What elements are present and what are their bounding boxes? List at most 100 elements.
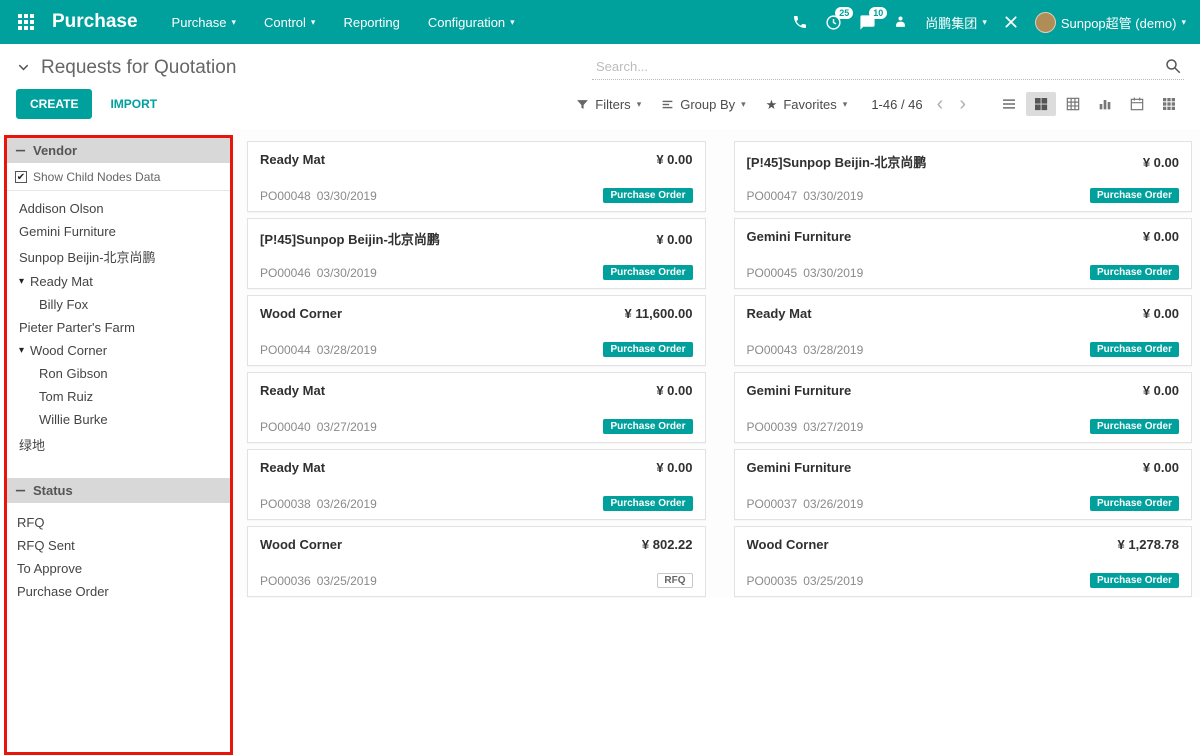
card-vendor-name: Gemini Furniture bbox=[747, 460, 862, 475]
group-by-icon bbox=[661, 98, 674, 111]
search-input[interactable] bbox=[594, 58, 1164, 75]
menu-reporting[interactable]: Reporting bbox=[343, 15, 399, 30]
create-button[interactable]: CREATE bbox=[16, 89, 92, 119]
vendor-filter-item[interactable]: Billy Fox bbox=[7, 293, 230, 316]
topbar: Purchase Purchase ▾ Control ▾ Reporting … bbox=[0, 0, 1200, 44]
menu-configuration[interactable]: Configuration ▾ bbox=[428, 15, 515, 30]
caret-down-icon[interactable]: ▾ bbox=[19, 346, 24, 356]
vendor-filter-item[interactable]: Sunpop Beijin-北京尚鹏 bbox=[7, 243, 230, 270]
kanban-card[interactable]: Ready Mat¥ 0.00 PO0004303/28/2019Purchas… bbox=[734, 295, 1193, 366]
vendor-filter-item[interactable]: 绿地 bbox=[7, 431, 230, 458]
pivot-view-button[interactable] bbox=[1058, 92, 1088, 116]
card-amount: ¥ 1,278.78 bbox=[1118, 537, 1179, 552]
filter-label: Wood Corner bbox=[30, 343, 107, 358]
card-reference: PO00036 bbox=[260, 574, 311, 588]
vendor-filter-item[interactable]: Gemini Furniture bbox=[7, 220, 230, 243]
kanban-card[interactable]: [P!45]Sunpop Beijin-北京尚鹏¥ 0.00 PO0004703… bbox=[734, 141, 1193, 212]
menu-label: Configuration bbox=[428, 15, 505, 30]
status-filter-item[interactable]: To Approve bbox=[7, 557, 230, 580]
card-status-badge: Purchase Order bbox=[1090, 188, 1179, 203]
group-by-label: Group By bbox=[680, 97, 735, 112]
card-amount: ¥ 0.00 bbox=[1143, 155, 1179, 170]
activities-button[interactable]: 25 bbox=[825, 14, 842, 31]
checkbox-label: Show Child Nodes Data bbox=[33, 170, 160, 184]
status-filter-item[interactable]: Purchase Order bbox=[7, 580, 230, 603]
caret-down-icon[interactable]: ▾ bbox=[19, 277, 24, 287]
card-reference: PO00046 bbox=[260, 266, 311, 280]
card-vendor-name: Ready Mat bbox=[260, 152, 335, 167]
card-reference: PO00048 bbox=[260, 189, 311, 203]
vendor-filter-item[interactable]: ▾ Ready Mat bbox=[7, 270, 230, 293]
tools-button[interactable] bbox=[1004, 15, 1018, 29]
card-vendor-name: Wood Corner bbox=[747, 537, 839, 552]
user-menu[interactable]: Sunpop超管 (demo) ▾ bbox=[1035, 12, 1186, 33]
vendor-filter-item[interactable]: Pieter Parter's Farm bbox=[7, 316, 230, 339]
caret-down-icon: ▾ bbox=[1181, 18, 1186, 27]
vendor-filter-item[interactable]: Tom Ruiz bbox=[7, 385, 230, 408]
filter-label: Sunpop Beijin-北京尚鹏 bbox=[19, 247, 156, 266]
status-filter-item[interactable]: RFQ Sent bbox=[7, 534, 230, 557]
graph-view-button[interactable] bbox=[1090, 92, 1120, 116]
card-amount: ¥ 11,600.00 bbox=[625, 306, 693, 321]
filter-label: Billy Fox bbox=[39, 297, 88, 312]
pager-next-icon[interactable]: › bbox=[957, 94, 968, 114]
favorites-dropdown[interactable]: ★ Favorites ▾ bbox=[766, 97, 848, 112]
card-status-badge: Purchase Order bbox=[603, 265, 692, 280]
kanban-card[interactable]: Ready Mat¥ 0.00 PO0003803/26/2019Purchas… bbox=[247, 449, 706, 520]
card-date: 03/26/2019 bbox=[803, 497, 863, 511]
list-view-button[interactable] bbox=[994, 92, 1024, 116]
phone-button[interactable] bbox=[792, 14, 808, 30]
card-amount: ¥ 0.00 bbox=[1143, 460, 1179, 475]
vendor-filter-item[interactable]: Addison Olson bbox=[7, 197, 230, 220]
breadcrumb-chevron-icon[interactable] bbox=[16, 60, 31, 75]
card-status-badge: Purchase Order bbox=[603, 342, 692, 357]
vendor-filter-item[interactable]: Willie Burke bbox=[7, 408, 230, 431]
status-section-header[interactable]: Status bbox=[7, 478, 230, 503]
search-bar bbox=[592, 55, 1184, 80]
vendor-filter-item[interactable]: Ron Gibson bbox=[7, 362, 230, 385]
kanban-card[interactable]: Gemini Furniture¥ 0.00 PO0003903/27/2019… bbox=[734, 372, 1193, 443]
calendar-view-button[interactable] bbox=[1122, 92, 1152, 116]
card-reference: PO00043 bbox=[747, 343, 798, 357]
kanban-card[interactable]: Ready Mat¥ 0.00 PO0004803/30/2019Purchas… bbox=[247, 141, 706, 212]
company-switcher[interactable]: 尚鹏集团 ▾ bbox=[925, 13, 987, 32]
apps-menu-button[interactable] bbox=[14, 10, 38, 34]
kanban-view-button[interactable] bbox=[1026, 92, 1056, 116]
search-panel: Vendor ✔ Show Child Nodes Data Addison O… bbox=[7, 138, 230, 603]
filter-label: RFQ bbox=[17, 515, 44, 530]
caret-down-icon: ▾ bbox=[843, 100, 848, 109]
kanban-card[interactable]: Wood Corner¥ 802.22 PO0003603/25/2019RFQ bbox=[247, 526, 706, 597]
search-icon[interactable] bbox=[1164, 57, 1182, 75]
menu-control[interactable]: Control ▾ bbox=[264, 15, 315, 30]
star-icon: ★ bbox=[766, 98, 778, 111]
kanban-card[interactable]: Wood Corner¥ 1,278.78 PO0003503/25/2019P… bbox=[734, 526, 1193, 597]
pager-previous-icon[interactable]: ‹ bbox=[935, 94, 946, 114]
app-title[interactable]: Purchase bbox=[52, 11, 138, 33]
import-button[interactable]: IMPORT bbox=[104, 96, 163, 112]
search-options: Filters ▾ Group By ▾ ★ Favorites ▾ 1-46 … bbox=[576, 92, 1184, 116]
caret-down-icon: ▾ bbox=[982, 18, 987, 27]
control-panel-top: Requests for Quotation bbox=[0, 44, 1200, 82]
kanban-card[interactable]: Gemini Furniture¥ 0.00 PO0004503/30/2019… bbox=[734, 218, 1193, 289]
group-by-dropdown[interactable]: Group By ▾ bbox=[661, 97, 745, 112]
filter-label: Tom Ruiz bbox=[39, 389, 93, 404]
kanban-card[interactable]: [P!45]Sunpop Beijin-北京尚鹏¥ 0.00 PO0004603… bbox=[247, 218, 706, 289]
kanban-card[interactable]: Ready Mat¥ 0.00 PO0004003/27/2019Purchas… bbox=[247, 372, 706, 443]
vendor-section-header[interactable]: Vendor bbox=[7, 138, 230, 163]
content-area: Vendor ✔ Show Child Nodes Data Addison O… bbox=[0, 129, 1200, 597]
kanban-card[interactable]: Wood Corner¥ 11,600.00 PO0004403/28/2019… bbox=[247, 295, 706, 366]
messages-button[interactable]: 10 bbox=[859, 14, 876, 31]
graph-view-icon bbox=[1097, 96, 1113, 112]
card-date: 03/27/2019 bbox=[317, 420, 377, 434]
grid-view-button[interactable] bbox=[1154, 92, 1184, 116]
filters-dropdown[interactable]: Filters ▾ bbox=[576, 97, 641, 112]
vendor-filter-item[interactable]: ▾ Wood Corner bbox=[7, 339, 230, 362]
kanban-card[interactable]: Gemini Furniture¥ 0.00 PO0003703/26/2019… bbox=[734, 449, 1193, 520]
show-child-nodes-checkbox[interactable]: ✔ Show Child Nodes Data bbox=[7, 163, 230, 191]
menu-purchase[interactable]: Purchase ▾ bbox=[172, 15, 236, 30]
pager-value[interactable]: 1-46 / 46 bbox=[871, 97, 922, 112]
status-filter-item[interactable]: RFQ bbox=[7, 511, 230, 534]
checkbox-checked-icon: ✔ bbox=[15, 171, 27, 183]
filter-label: RFQ Sent bbox=[17, 538, 75, 553]
person-button[interactable] bbox=[893, 15, 908, 30]
